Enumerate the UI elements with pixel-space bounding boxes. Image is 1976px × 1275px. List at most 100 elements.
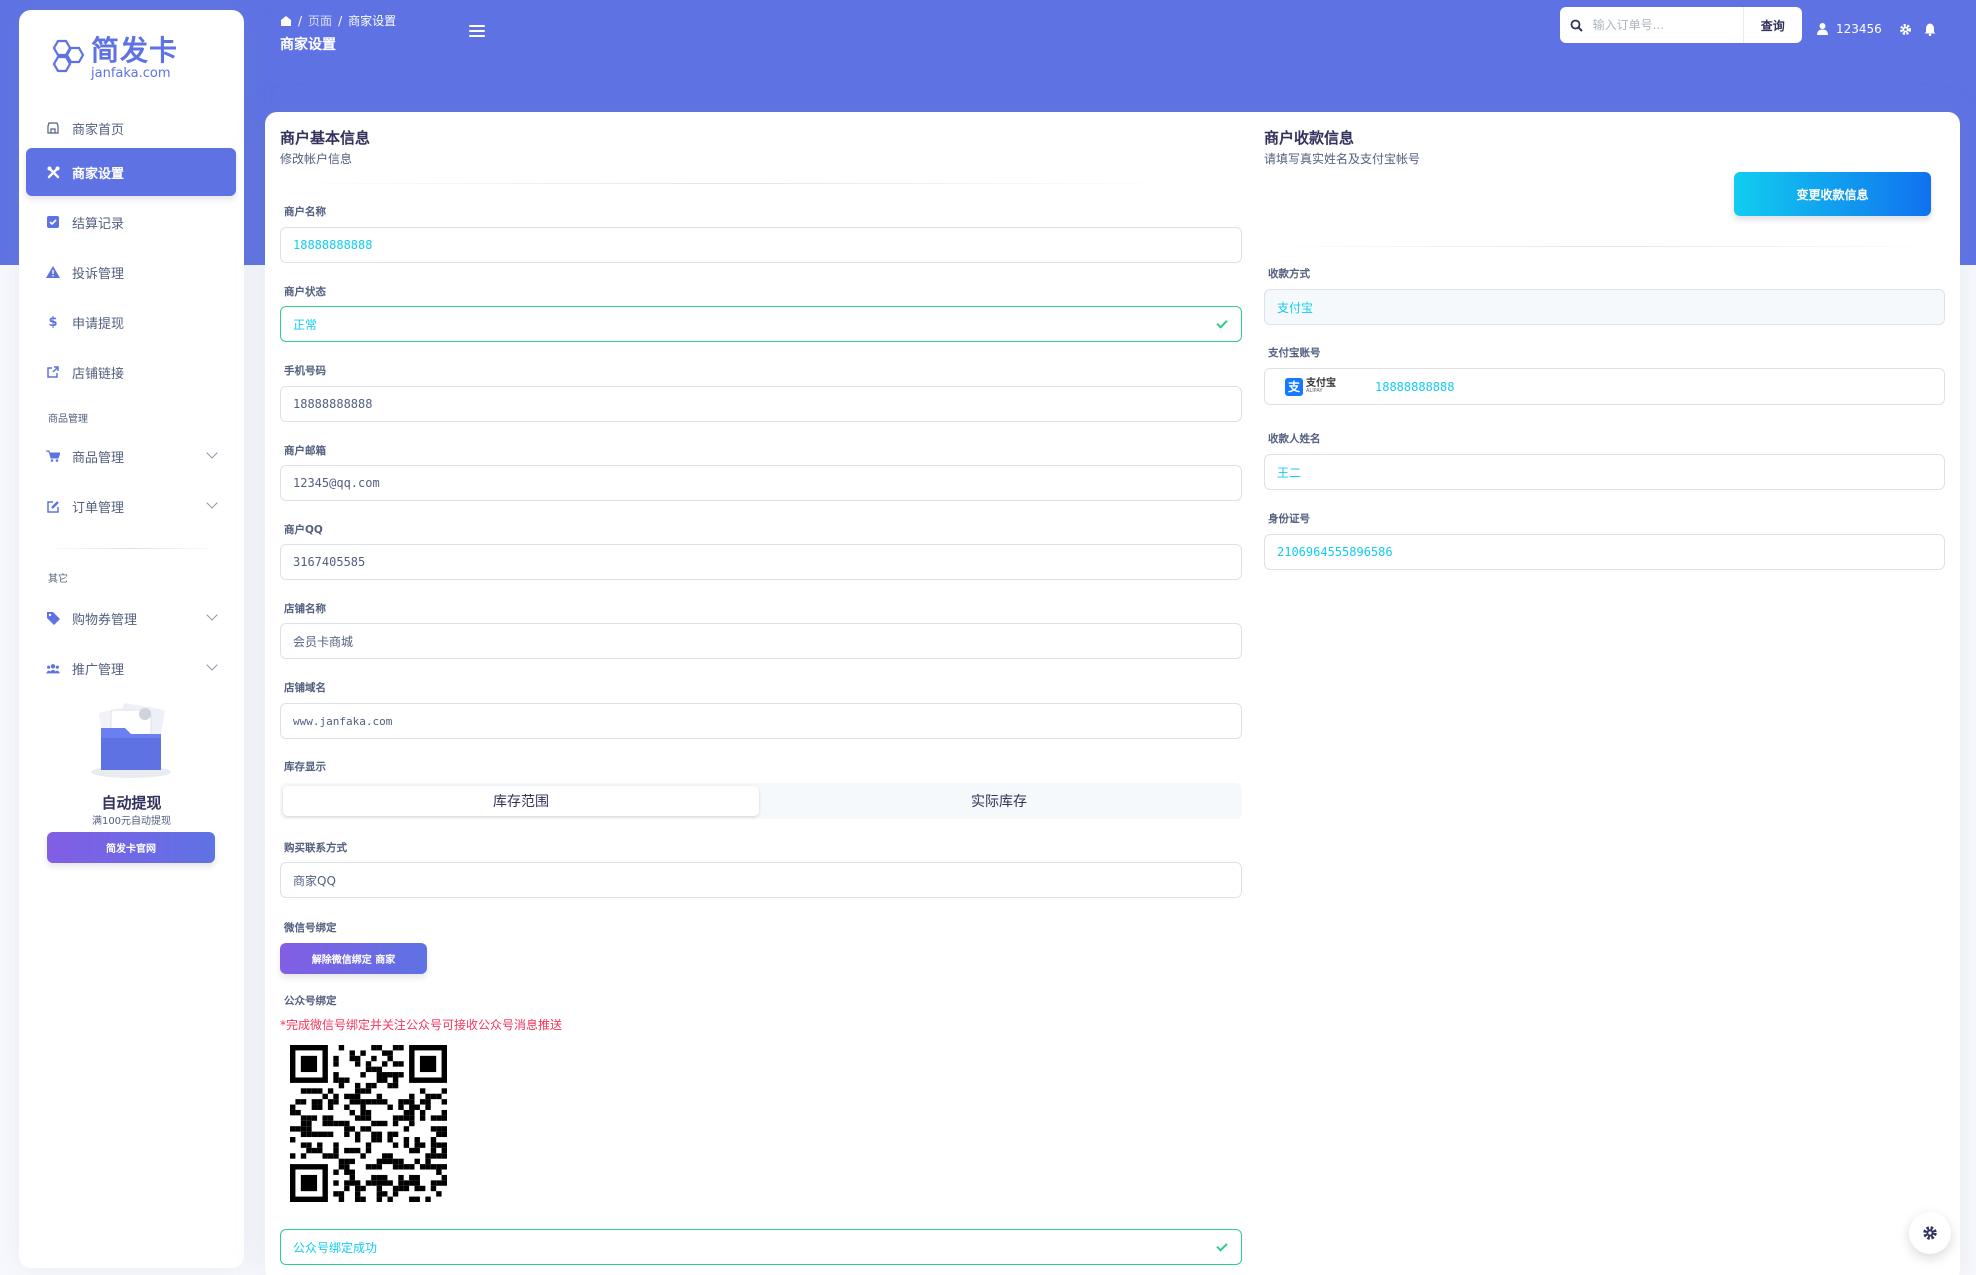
settings-card [265,112,1960,1275]
wechat-qr-code [290,1045,447,1202]
wechat-bind-label: 微信号绑定 [284,922,337,934]
username: 123456 [1836,22,1882,36]
sidebar-item-home[interactable]: 商家首页 [26,104,236,152]
shop-domain-label: 店铺域名 [284,682,326,694]
hexagon-logo-icon [52,39,85,73]
phone-label: 手机号码 [284,365,326,377]
search-button[interactable]: 查询 [1742,7,1802,43]
logo-domain: janfaka.com [91,65,171,81]
dollar-icon: $ [48,314,58,330]
payment-info-title: 商户收款信息 [1264,129,1355,147]
breadcrumb-current: 商家设置 [348,14,397,28]
sidebar-item-label: 投诉管理 [72,266,125,282]
mp-bind-status-field: 公众号绑定成功 [280,1229,1242,1265]
logo-text: 简发卡 [91,33,179,67]
shop-domain-field[interactable]: www.janfaka.com [280,703,1242,739]
user-menu[interactable]: 123456 [1817,22,1882,36]
check-square-icon [46,215,60,229]
sidebar-item-orders[interactable]: 订单管理 [26,482,236,530]
shop-name-label: 店铺名称 [284,603,326,615]
unbind-wechat-button[interactable]: 解除微信绑定 商家 [280,943,427,974]
sidebar-divider [44,548,219,549]
mp-bind-notice: *完成微信号绑定并关注公众号可接收公众号消息推送 [280,1018,563,1032]
settings-fab[interactable] [1909,1212,1951,1254]
breadcrumb-separator: / [298,13,303,28]
sidebar-item-withdraw[interactable]: $ 申请提现 [26,298,236,346]
change-payment-button[interactable]: 变更收款信息 [1734,172,1931,216]
basic-divider [280,183,1180,184]
breadcrumb-separator: / [338,13,343,28]
payment-method-label: 收款方式 [1268,268,1310,280]
home-icon[interactable] [280,15,292,27]
qq-field[interactable]: 3167405585 [280,544,1242,580]
sidebar-item-label: 订单管理 [72,500,125,516]
payee-name-label: 收款人姓名 [1268,433,1321,445]
contact-label: 购买联系方式 [284,842,347,854]
breadcrumb-pages[interactable]: 页面 [308,12,332,29]
sidebar: 简发卡 janfaka.com 商家首页 商家设置 结算记录 投诉管理 $ 申请… [19,10,244,1268]
alipay-account-value: 18888888888 [1375,379,1455,394]
chevron-down-icon [206,497,218,509]
sidebar-item-coupons[interactable]: 购物券管理 [26,594,236,642]
stock-display-label: 库存显示 [284,761,326,773]
alipay-logo: 支 支付宝 ALIPAY [1285,377,1355,396]
sidebar-section-goods: 商品管理 [48,414,88,425]
alipay-account-label: 支付宝账号 [1268,347,1321,359]
bell-icon[interactable] [1924,23,1936,36]
logo[interactable]: 简发卡 janfaka.com [47,28,178,88]
sidebar-item-label: 商家首页 [72,122,125,138]
promo-title: 自动提现 [101,794,162,812]
payment-divider [1264,246,1945,247]
breadcrumb: / 页面 / 商家设置 [280,12,396,29]
sidebar-item-settlement[interactable]: 结算记录 [26,198,236,246]
payment-info-subtitle: 请填写真实姓名及支付宝帐号 [1264,152,1421,166]
id-number-label: 身份证号 [1268,513,1310,525]
sidebar-item-label: 店铺链接 [72,366,125,382]
actual-stock-option[interactable]: 实际库存 [761,786,1237,816]
search-input[interactable] [1592,7,1743,43]
sidebar-item-label: 推广管理 [72,662,125,678]
stock-display-toggle: 库存范围 实际库存 [280,783,1242,819]
sidebar-item-shop-link[interactable]: 店铺链接 [26,348,236,396]
id-number-field: 2106964555896586 [1264,534,1945,570]
alipay-account-field: 支 支付宝 ALIPAY 18888888888 [1264,368,1945,405]
page-title: 商家设置 [280,37,336,53]
sidebar-item-goods[interactable]: 商品管理 [26,432,236,480]
cart-icon [46,449,60,463]
merchant-name-label: 商户名称 [284,206,326,218]
user-icon [1817,23,1828,35]
external-link-icon [46,365,60,379]
payee-name-field: 王二 [1264,454,1945,490]
tag-icon [46,611,60,625]
search-icon [1560,19,1593,32]
sidebar-section-other: 其它 [48,574,68,585]
contact-field[interactable]: 商家QQ [280,862,1242,898]
check-icon [1216,1240,1228,1252]
merchant-name-field[interactable]: 18888888888 [280,227,1242,263]
basic-info-subtitle: 修改帐户信息 [280,152,353,166]
sidebar-item-label: 商品管理 [72,450,125,466]
sidebar-item-settings[interactable]: 商家设置 [26,148,236,196]
edit-icon [46,499,60,513]
official-site-button[interactable]: 简发卡官网 [47,832,215,863]
merchant-status-field[interactable]: 正常 [280,306,1242,342]
alipay-logo-en: ALIPAY [1306,388,1323,394]
email-label: 商户邮箱 [284,445,326,457]
hamburger-menu-icon[interactable] [469,25,485,37]
tools-icon [46,165,60,179]
stock-range-option[interactable]: 库存范围 [283,786,759,816]
sidebar-item-promotion[interactable]: 推广管理 [26,644,236,692]
email-field[interactable]: 12345@qq.com [280,465,1242,501]
sidebar-item-label: 商家设置 [72,166,125,182]
shop-icon [46,121,60,135]
warning-icon [46,265,60,279]
phone-field[interactable]: 18888888888 [280,386,1242,422]
chevron-down-icon [206,609,218,621]
sidebar-item-complaints[interactable]: 投诉管理 [26,248,236,296]
alipay-icon: 支 [1285,377,1303,396]
basic-info-title: 商户基本信息 [280,129,371,147]
qq-label: 商户QQ [284,524,323,536]
merchant-status-value: 正常 [293,317,318,332]
shop-name-field[interactable]: 会员卡商城 [280,623,1242,659]
gear-icon[interactable] [1899,23,1912,36]
